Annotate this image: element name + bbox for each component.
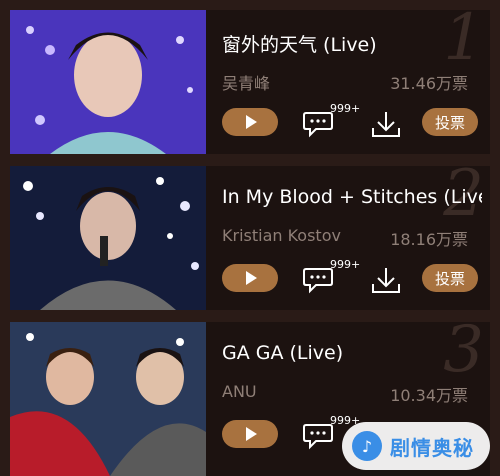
song-title[interactable]: In My Blood + Stitches (Live) xyxy=(222,186,482,208)
comment-count: 999+ xyxy=(330,102,361,115)
vote-count: 18.16万票 xyxy=(390,230,468,249)
download-button[interactable] xyxy=(370,110,402,140)
vote-count: 10.34万票 xyxy=(390,386,468,405)
play-button[interactable] xyxy=(222,264,278,292)
play-button[interactable] xyxy=(222,420,278,448)
play-button[interactable] xyxy=(222,108,278,136)
comment-button[interactable]: 999+ xyxy=(302,102,362,144)
performer-photo xyxy=(10,10,206,154)
watermark-logo-icon: ♪ xyxy=(352,431,382,461)
play-icon xyxy=(246,271,257,285)
artist-name[interactable]: Kristian Kostov xyxy=(222,226,341,245)
performer-photo xyxy=(10,166,206,310)
play-icon xyxy=(246,427,257,441)
vote-button[interactable]: 投票 xyxy=(422,108,478,136)
artist-name[interactable]: 吴青峰 xyxy=(222,70,270,94)
song-ranking-list: 1 窗外的天气 (Live) 吴青峰 31.46万票 999+ 投票 2 In … xyxy=(0,0,500,476)
download-button[interactable] xyxy=(370,266,402,296)
download-icon xyxy=(372,268,400,293)
song-title[interactable]: 窗外的天气 (Live) xyxy=(222,30,482,57)
song-title[interactable]: GA GA (Live) xyxy=(222,342,482,364)
play-icon xyxy=(246,115,257,129)
comment-button[interactable]: 999+ xyxy=(302,258,362,300)
vote-count: 31.46万票 xyxy=(390,74,468,93)
vote-button[interactable]: 投票 xyxy=(422,264,478,292)
download-icon xyxy=(372,112,400,137)
artist-name[interactable]: ANU xyxy=(222,382,257,401)
comment-count: 999+ xyxy=(330,258,361,271)
watermark: ♪ 剧情奥秘 xyxy=(342,422,490,470)
watermark-text: 剧情奥秘 xyxy=(390,435,474,460)
song-card[interactable]: 2 In My Blood + Stitches (Live) Kristian… xyxy=(10,162,490,310)
performer-photo xyxy=(10,322,206,476)
song-card[interactable]: 1 窗外的天气 (Live) 吴青峰 31.46万票 999+ 投票 xyxy=(10,6,490,154)
